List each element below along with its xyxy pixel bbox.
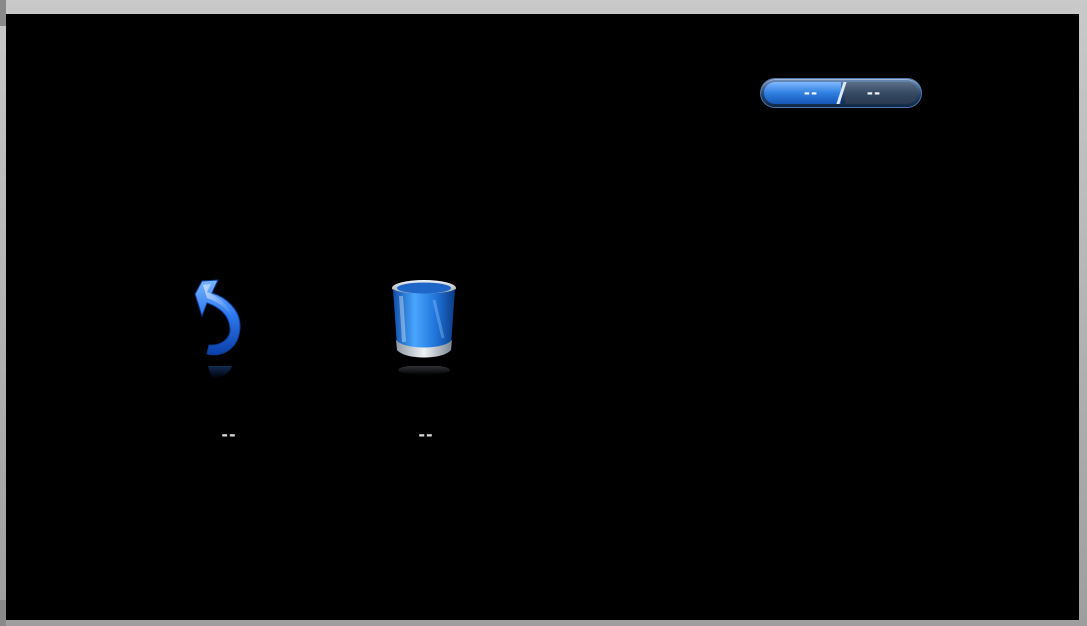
back-tile[interactable]: --: [174, 270, 284, 450]
current-page-number: --: [803, 84, 819, 102]
back-arrow-icon[interactable]: [174, 270, 284, 380]
total-page-number: --: [866, 84, 882, 102]
trash-bin-icon[interactable]: [371, 270, 481, 380]
page-indicator: -- --: [761, 79, 921, 107]
back-tile-label: --: [221, 425, 237, 444]
delete-tile[interactable]: --: [371, 270, 481, 450]
delete-tile-label: --: [418, 425, 434, 444]
main-screen: -- -- -- --: [6, 14, 1079, 620]
